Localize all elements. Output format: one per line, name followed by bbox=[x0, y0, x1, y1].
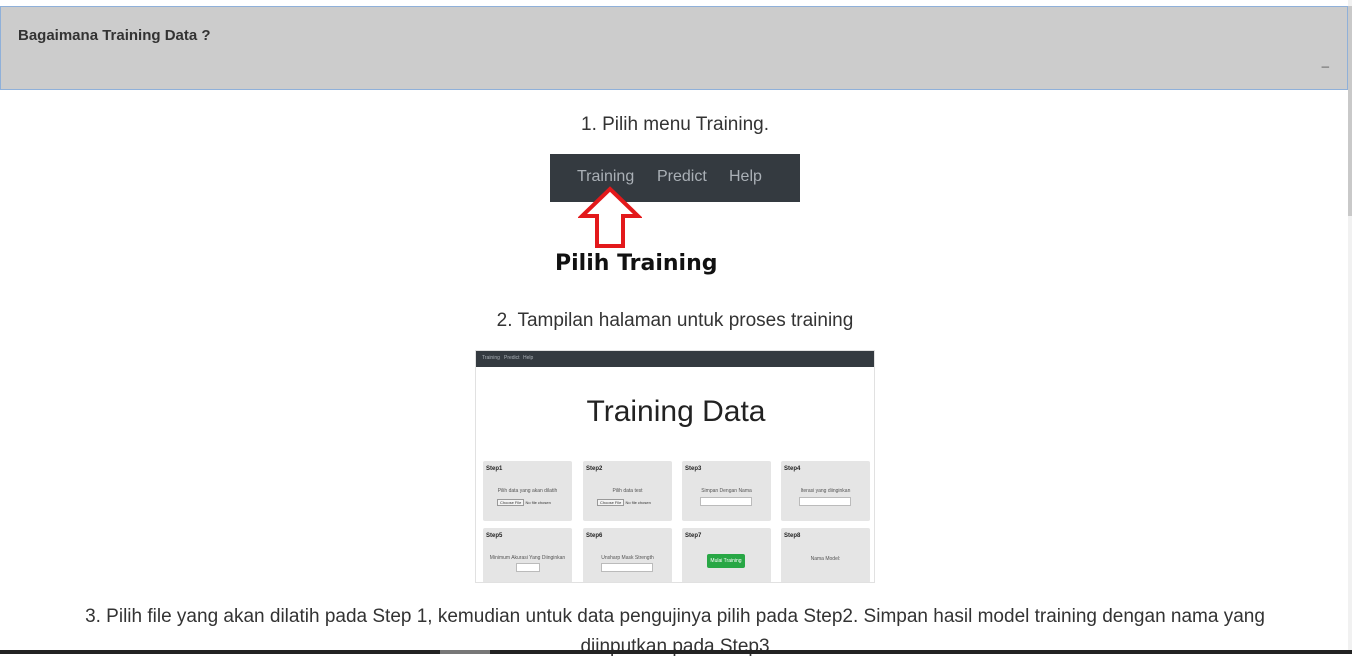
panel-title: Bagaimana Training Data ? bbox=[18, 27, 211, 44]
iteration-input bbox=[799, 497, 851, 506]
card-title: Step8 bbox=[784, 533, 801, 539]
mini-nav-help: Help bbox=[523, 355, 534, 361]
card-title: Step5 bbox=[486, 533, 503, 539]
card-label: Simpan Dengan Nama bbox=[701, 488, 752, 494]
mini-navbar: Training Predict Help bbox=[476, 351, 874, 367]
card-label: Unsharp Mask Strength bbox=[601, 555, 654, 561]
accuracy-input bbox=[516, 563, 540, 572]
step-card: Step2 Pilih data test Choose File No fil… bbox=[583, 461, 672, 521]
taskbar-edge bbox=[0, 650, 1352, 654]
up-arrow-icon bbox=[578, 186, 642, 248]
mini-nav-predict: Predict bbox=[504, 355, 520, 361]
step-card: Step1 Pilih data yang akan dilatih Choos… bbox=[483, 461, 572, 521]
collapse-icon[interactable]: _ bbox=[1322, 53, 1329, 68]
step-card: Step8 Nama Model: bbox=[781, 528, 870, 582]
card-label: Pilih data test bbox=[612, 488, 643, 494]
card-title: Step6 bbox=[586, 533, 603, 539]
mini-nav-training: Training bbox=[482, 355, 500, 361]
model-name-input bbox=[700, 497, 752, 506]
step-card: Step5 Minimum Akurasi Yang Diinginkan bbox=[483, 528, 572, 582]
card-title: Step3 bbox=[685, 466, 702, 472]
step-3-text: 3. Pilih file yang akan dilatih pada Ste… bbox=[85, 606, 1265, 627]
file-input: Choose File No file chosen bbox=[597, 499, 651, 506]
step-2-text: 2. Tampilan halaman untuk proses trainin… bbox=[496, 310, 854, 331]
step-card: Step3 Simpan Dengan Nama bbox=[682, 461, 771, 521]
nav-help: Help bbox=[729, 168, 762, 185]
step-3-text-cont: diinputkan pada Step3 bbox=[580, 636, 770, 657]
step-card: Step7 Mulai Training bbox=[682, 528, 771, 582]
card-label: Minimum Akurasi Yang Diinginkan bbox=[489, 555, 566, 561]
card-label: Pilih data yang akan dilatih bbox=[497, 488, 558, 494]
mini-page-title: Training Data bbox=[586, 395, 766, 428]
start-training-button: Mulai Training bbox=[707, 554, 745, 568]
card-title: Step4 bbox=[784, 466, 801, 472]
nav-predict: Predict bbox=[657, 168, 707, 185]
unsharp-input bbox=[601, 563, 653, 572]
scrollbar-thumb[interactable] bbox=[1348, 6, 1352, 216]
card-title: Step2 bbox=[586, 466, 603, 472]
card-title: Step7 bbox=[685, 533, 702, 539]
step-card: Step4 Iterasi yang diinginkan bbox=[781, 461, 870, 521]
step-1-text: 1. Pilih menu Training. bbox=[581, 114, 769, 135]
figure-caption: Pilih Training bbox=[555, 251, 718, 276]
nav-training: Training bbox=[577, 168, 635, 185]
faq-panel-header[interactable]: Bagaimana Training Data ? _ bbox=[0, 6, 1348, 90]
card-label: Iterasi yang diinginkan bbox=[800, 488, 851, 494]
file-input: Choose File No file chosen bbox=[497, 499, 551, 506]
taskbar-item bbox=[440, 650, 490, 654]
step-card: Step6 Unsharp Mask Strength bbox=[583, 528, 672, 582]
training-page-screenshot: Training Predict Help Training Data Step… bbox=[475, 350, 875, 583]
card-title: Step1 bbox=[486, 466, 503, 472]
card-label: Nama Model: bbox=[810, 556, 841, 562]
